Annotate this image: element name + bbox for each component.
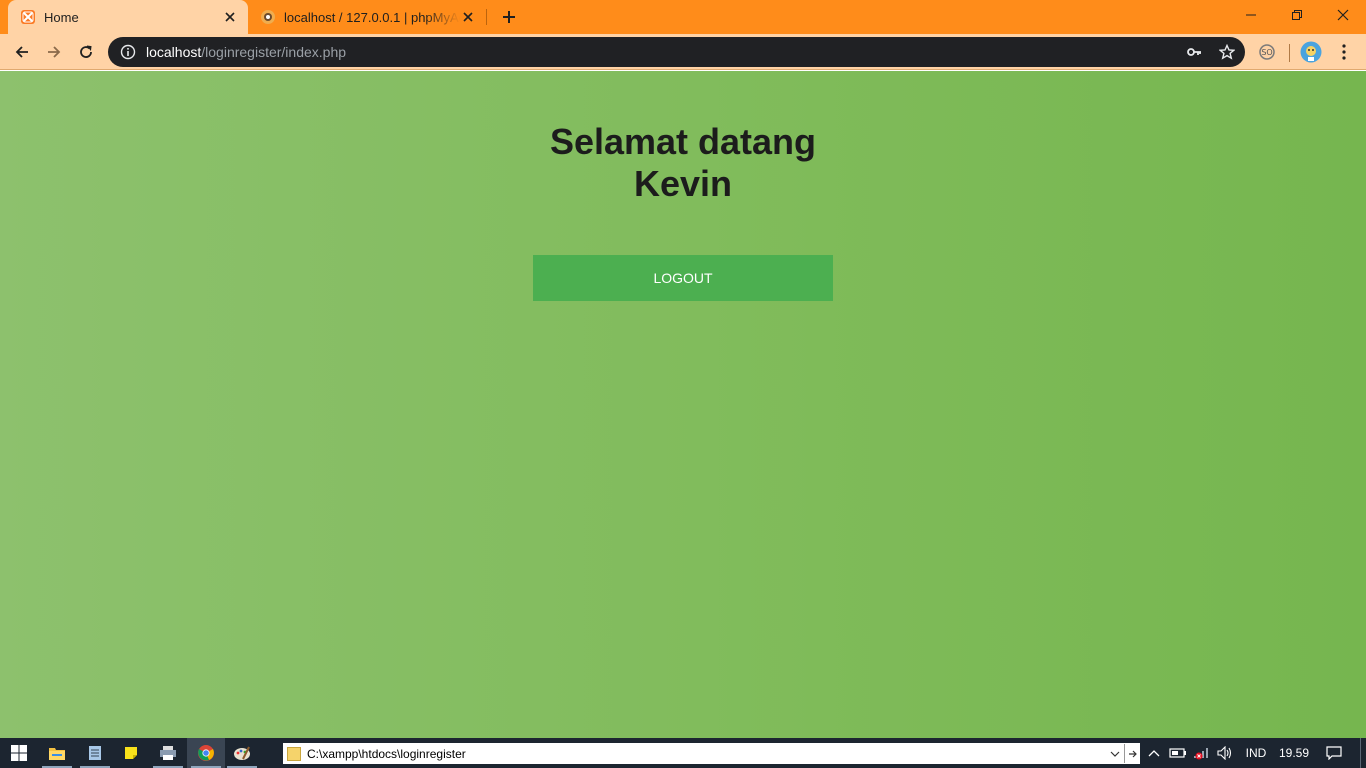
tab-phpmyadmin[interactable]: localhost / 127.0.0.1 | phpMyAdmin [250, 0, 486, 34]
plus-icon [503, 11, 515, 23]
close-icon [1337, 9, 1349, 21]
browser-tab-strip: Home localhost / 127.0.0.1 | phpMyAdmin [0, 0, 1366, 34]
taskbar-address-toolbar[interactable]: C:\xampp\htdocs\loginregister [283, 743, 1140, 764]
restore-icon [1292, 10, 1302, 20]
url-host: localhost [146, 44, 202, 60]
toolbar-divider [1289, 44, 1290, 62]
site-info-icon[interactable] [120, 44, 136, 60]
url-path: /loginregister/index.php [201, 44, 347, 60]
tab-home[interactable]: Home [8, 0, 248, 34]
browser-toolbar: localhost/loginregister/index.php SO [0, 34, 1366, 70]
tab-title: Home [44, 9, 79, 25]
paint-icon[interactable] [223, 738, 261, 768]
windows-start-icon[interactable] [0, 738, 38, 768]
key-icon[interactable] [1185, 43, 1203, 61]
close-window-button[interactable] [1320, 0, 1366, 30]
welcome-heading: Selamat datang Kevin [483, 121, 883, 205]
chevron-down-icon[interactable] [1106, 751, 1124, 757]
battery-icon[interactable] [1167, 738, 1189, 768]
chevron-up-icon[interactable] [1144, 738, 1164, 768]
address-bar[interactable]: localhost/loginregister/index.php [108, 37, 1245, 67]
windows-taskbar: C:\xampp\htdocs\loginregister IND 19.59 [0, 738, 1366, 768]
reload-button[interactable] [72, 38, 100, 66]
close-tab-icon[interactable] [222, 9, 238, 25]
url-text: localhost/loginregister/index.php [146, 44, 346, 60]
tab-title: localhost / 127.0.0.1 | phpMyAdmin [284, 9, 460, 25]
forward-button[interactable] [40, 38, 68, 66]
welcome-text: Selamat datang [549, 121, 817, 162]
new-tab-button[interactable] [498, 6, 520, 28]
reload-icon [80, 45, 92, 58]
taskbar-address-input[interactable]: C:\xampp\htdocs\loginregister [307, 747, 1106, 761]
back-button[interactable] [8, 38, 36, 66]
sticky-notes-icon[interactable] [112, 738, 150, 768]
volume-icon[interactable] [1214, 738, 1236, 768]
printer-icon[interactable] [149, 738, 187, 768]
xampp-icon [20, 9, 36, 25]
extension-icon[interactable]: SO [1255, 40, 1279, 64]
page-content: Selamat datang Kevin LOGOUT [0, 71, 1366, 738]
forward-arrow-icon [48, 46, 61, 58]
svg-text:SO: SO [1261, 48, 1272, 57]
logout-button[interactable]: LOGOUT [533, 255, 833, 301]
go-arrow-icon[interactable] [1124, 744, 1140, 763]
tab-separator [486, 9, 487, 25]
back-arrow-icon [15, 46, 28, 58]
profile-avatar-icon[interactable] [1299, 40, 1323, 64]
folder-icon [287, 746, 301, 761]
user-name: Kevin [633, 163, 733, 204]
clock[interactable]: 19.59 [1273, 738, 1315, 768]
chrome-icon[interactable] [187, 738, 225, 768]
notepad-icon[interactable] [76, 738, 114, 768]
file-explorer-icon[interactable] [38, 738, 76, 768]
close-tab-icon[interactable] [460, 9, 476, 25]
phpmyadmin-icon [260, 9, 276, 25]
minimize-button[interactable] [1228, 0, 1274, 30]
bookmark-star-icon[interactable] [1218, 43, 1236, 61]
menu-kebab-icon[interactable] [1332, 40, 1356, 64]
language-indicator[interactable]: IND [1239, 738, 1273, 768]
show-desktop-button[interactable] [1360, 738, 1366, 768]
network-disconnected-icon[interactable] [1190, 738, 1214, 768]
action-center-icon[interactable] [1320, 738, 1348, 768]
restore-button[interactable] [1274, 0, 1320, 30]
minimize-icon [1246, 14, 1256, 16]
